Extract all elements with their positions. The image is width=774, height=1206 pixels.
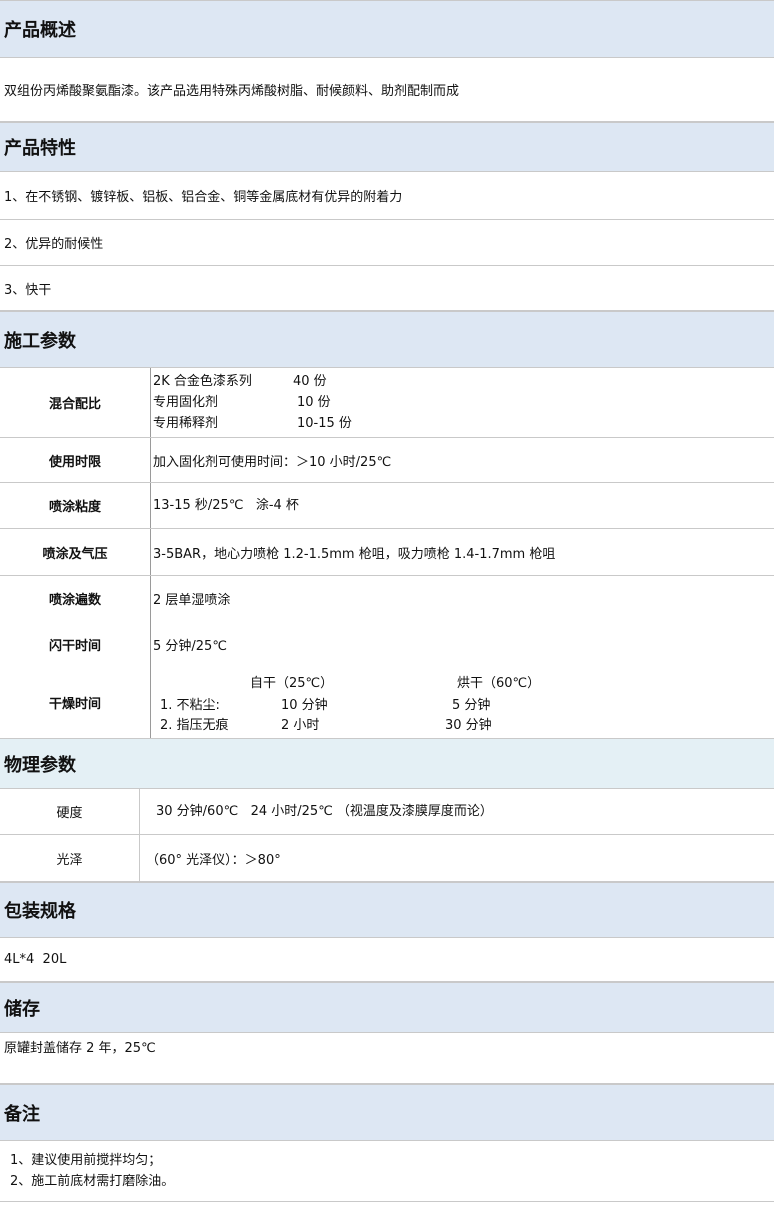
- mix-component: 2K 合金色漆系列: [153, 374, 252, 389]
- column-divider: [139, 789, 140, 834]
- mixing-values: 2K 合金色漆系列 40 份 专用固化剂 10 份 专用稀释剂 10-15 份: [153, 368, 352, 437]
- packaging-value: 4L*4 20L: [0, 938, 774, 982]
- column-divider: [150, 368, 151, 437]
- datasheet-page: 产品概述 双组份丙烯酸聚氨酯漆。该产品选用特殊丙烯酸树脂、耐候颜料、助剂配制而成…: [0, 0, 774, 1206]
- section-header-notes: 备注: [0, 1084, 774, 1141]
- mix-amount: 10 份: [297, 395, 331, 410]
- param-value: 30 分钟/60℃ 24 小时/25℃ （视温度及漆膜厚度而论）: [156, 789, 493, 834]
- storage-value: 原罐封盖储存 2 年，25℃: [0, 1033, 774, 1084]
- drying-col-bake: 烘干（60℃）: [457, 676, 541, 691]
- section-title: 备注: [4, 1103, 40, 1125]
- note-item: 2、施工前底材需打磨除油。: [10, 1174, 175, 1189]
- feature-item: 3、快干: [0, 266, 774, 311]
- param-label: 使用时限: [48, 454, 101, 470]
- mix-component: 专用固化剂: [153, 395, 219, 410]
- drying-bake-time: 30 分钟: [445, 718, 492, 733]
- section-title: 储存: [4, 998, 40, 1020]
- section-header-overview: 产品概述: [0, 0, 774, 58]
- param-value: 3-5BAR，地心力喷枪 1.2-1.5mm 枪咀，吸力喷枪 1.4-1.7mm…: [153, 529, 555, 575]
- param-row-spray-pressure: 喷涂及气压 3-5BAR，地心力喷枪 1.2-1.5mm 枪咀，吸力喷枪 1.4…: [0, 529, 774, 576]
- section-header-physical: 物理参数: [0, 738, 774, 789]
- param-label: 混合配比: [48, 397, 101, 412]
- section-header-features: 产品特性: [0, 122, 774, 172]
- mix-amount: 40 份: [293, 374, 327, 389]
- note-item: 1、建议使用前搅拌均匀；: [10, 1153, 162, 1168]
- column-divider: [150, 576, 151, 738]
- storage-text: 原罐封盖储存 2 年，25℃: [4, 1041, 156, 1056]
- feature-text: 2、优异的耐候性: [4, 237, 104, 252]
- param-label: 喷涂遍数: [48, 592, 101, 608]
- mix-component: 专用稀释剂: [153, 416, 219, 431]
- param-group-application: 喷涂遍数 2 层单湿喷涂 闪干时间 5 分钟/25℃ 干燥时间 自干（25℃） …: [0, 576, 774, 738]
- section-title: 产品概述: [4, 20, 76, 41]
- feature-text: 1、在不锈钢、镀锌板、铝板、铝合金、铜等金属底材有优异的附着力: [4, 190, 403, 205]
- param-label: 光泽: [56, 852, 83, 868]
- param-label: 硬度: [56, 806, 83, 821]
- param-row-pot-life: 使用时限 加入固化剂可使用时间：＞10 小时/25℃: [0, 438, 774, 483]
- feature-item: 2、优异的耐候性: [0, 220, 774, 266]
- param-value-text: 加入固化剂可使用时间：＞10 小时/25℃: [153, 454, 392, 470]
- column-divider: [150, 483, 151, 528]
- param-value-text: 30 分钟/60℃ 24 小时/25℃ （视温度及漆膜厚度而论）: [156, 804, 493, 819]
- drying-bake-time: 5 分钟: [452, 698, 491, 713]
- param-value-text: 13-15 秒/25℃ 涂-4 杯: [153, 498, 299, 513]
- drying-stage: 1. 不粘尘:: [160, 698, 220, 713]
- section-header-packaging: 包装规格: [0, 882, 774, 938]
- param-row-gloss: 光泽 （60° 光泽仪）：＞80°: [0, 835, 774, 882]
- drying-air-time: 2 小时: [281, 718, 320, 733]
- packaging-text: 4L*4 20L: [4, 952, 67, 967]
- param-label: 喷涂及气压: [42, 546, 108, 562]
- column-divider: [150, 438, 151, 482]
- notes-list: 1、建议使用前搅拌均匀； 2、施工前底材需打磨除油。: [0, 1141, 774, 1202]
- param-row-mixing: 混合配比 2K 合金色漆系列 40 份 专用固化剂 10 份 专用稀释剂 10-15 …: [0, 368, 774, 438]
- overview-text-value: 双组份丙烯酸聚氨酯漆。该产品选用特殊丙烯酸树脂、耐候颜料、助剂配制而成: [4, 84, 460, 99]
- column-divider: [150, 529, 151, 575]
- coats-value: 2 层单湿喷涂: [153, 593, 231, 608]
- flash-time-value: 5 分钟/25℃: [153, 639, 227, 654]
- param-row-viscosity: 喷涂粘度 13-15 秒/25℃ 涂-4 杯: [0, 483, 774, 529]
- drying-stage: 2. 指压无痕: [160, 718, 229, 733]
- mix-amount: 10-15 份: [297, 416, 352, 431]
- feature-text: 3、快干: [4, 282, 52, 298]
- section-title: 物理参数: [4, 754, 76, 776]
- param-value: 13-15 秒/25℃ 涂-4 杯: [153, 483, 299, 528]
- feature-item: 1、在不锈钢、镀锌板、铝板、铝合金、铜等金属底材有优异的附着力: [0, 172, 774, 220]
- param-value: 加入固化剂可使用时间：＞10 小时/25℃: [153, 438, 391, 482]
- drying-air-time: 10 分钟: [281, 698, 328, 713]
- param-label: 干燥时间: [48, 696, 101, 712]
- param-label: 闪干时间: [48, 638, 101, 654]
- param-value: （60° 光泽仪）：＞80°: [146, 835, 281, 881]
- section-title: 产品特性: [4, 138, 76, 159]
- param-value-text: （60° 光泽仪）：＞80°: [146, 852, 281, 868]
- section-title: 包装规格: [4, 901, 76, 922]
- section-header-storage: 储存: [0, 982, 774, 1033]
- param-value-text: 3-5BAR，地心力喷枪 1.2-1.5mm 枪咀，吸力喷枪 1.4-1.7mm…: [153, 546, 556, 562]
- section-title: 施工参数: [4, 330, 76, 352]
- param-row-hardness: 硬度 30 分钟/60℃ 24 小时/25℃ （视温度及漆膜厚度而论）: [0, 789, 774, 835]
- section-header-construction: 施工参数: [0, 311, 774, 368]
- column-divider: [139, 835, 140, 881]
- overview-text: 双组份丙烯酸聚氨酯漆。该产品选用特殊丙烯酸树脂、耐候颜料、助剂配制而成: [0, 58, 774, 122]
- param-label: 喷涂粘度: [48, 500, 101, 515]
- drying-col-air: 自干（25℃）: [250, 676, 334, 691]
